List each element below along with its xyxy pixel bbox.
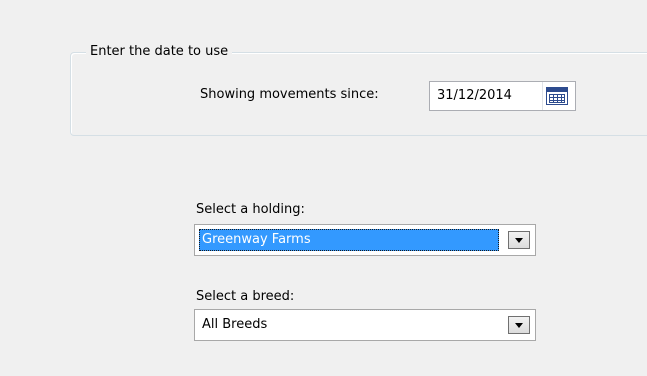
chevron-down-icon[interactable] — [508, 231, 530, 249]
calendar-icon-grid — [549, 94, 565, 103]
calendar-icon-header — [547, 88, 567, 92]
showing-movements-label: Showing movements since: — [200, 87, 379, 102]
holding-select[interactable]: Greenway Farms — [194, 224, 536, 256]
breed-label: Select a breed: — [196, 289, 295, 304]
holding-selected-value[interactable]: Greenway Farms — [199, 229, 499, 251]
date-picker-divider — [542, 82, 543, 110]
breed-select[interactable]: All Breeds — [194, 309, 536, 341]
date-input[interactable]: 31/12/2014 — [437, 87, 512, 105]
date-groupbox-legend: Enter the date to use — [86, 44, 233, 60]
calendar-icon[interactable] — [546, 87, 568, 105]
breed-selected-value[interactable]: All Breeds — [199, 314, 499, 336]
holding-label: Select a holding: — [196, 202, 305, 217]
chevron-down-icon[interactable] — [508, 316, 530, 334]
window-client-area: Enter the date to use Showing movements … — [0, 0, 647, 376]
date-picker[interactable]: 31/12/2014 — [429, 81, 576, 111]
